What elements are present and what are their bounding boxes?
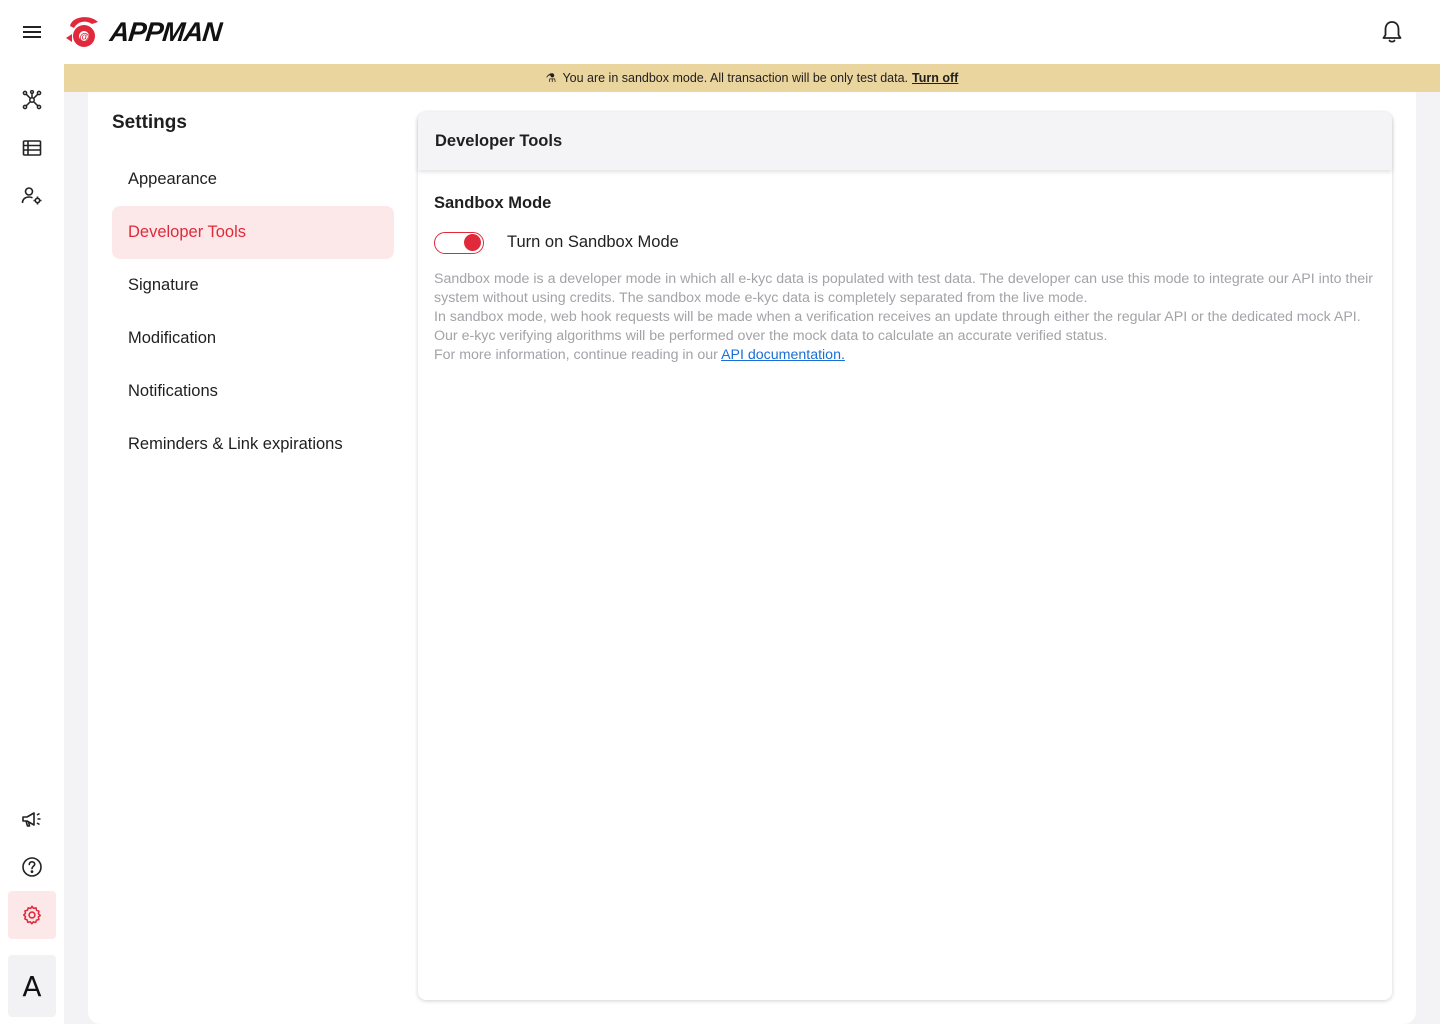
sandbox-section-title: Sandbox Mode	[434, 194, 552, 212]
flask-icon: ⚗	[545, 71, 557, 85]
hamburger-menu-icon[interactable]	[16, 16, 48, 48]
logo-text: APPMAN	[108, 16, 223, 47]
table-icon[interactable]	[8, 124, 56, 172]
help-icon[interactable]	[8, 843, 56, 891]
sandbox-toggle-label: Turn on Sandbox Mode	[507, 233, 679, 251]
svg-text:@: @	[80, 32, 90, 43]
bell-icon[interactable]	[1376, 16, 1408, 48]
settings-nav-modification[interactable]: Modification	[112, 312, 394, 365]
sandbox-banner: ⚗ You are in sandbox mode. All transacti…	[64, 64, 1440, 92]
description-paragraph-1: Sandbox mode is a developer mode in whic…	[434, 271, 1374, 306]
sandbox-description: Sandbox mode is a developer mode in whic…	[434, 270, 1374, 365]
turn-off-link[interactable]: Turn off	[912, 71, 958, 85]
banner-message: You are in sandbox mode. All transaction…	[562, 71, 909, 85]
top-bar: @ APPMAN	[0, 0, 1440, 64]
settings-nav-developer-tools[interactable]: Developer Tools	[112, 206, 394, 259]
settings-nav-reminders[interactable]: Reminders & Link expirations	[112, 418, 394, 471]
settings-nav-notifications[interactable]: Notifications	[112, 365, 394, 418]
settings-nav-appearance[interactable]: Appearance	[112, 153, 394, 206]
description-paragraph-3: For more information, continue reading i…	[434, 346, 1374, 365]
api-documentation-link[interactable]: API documentation.	[721, 347, 845, 363]
more-info-text: For more information, continue reading i…	[434, 347, 718, 363]
card-title: Developer Tools	[418, 112, 1392, 170]
megaphone-icon[interactable]	[8, 795, 56, 843]
logo-mark-icon: @	[66, 17, 98, 47]
toggle-knob	[464, 234, 481, 251]
left-rail: A	[0, 64, 64, 1024]
user-settings-icon[interactable]	[8, 172, 56, 220]
settings-title: Settings	[112, 112, 187, 133]
network-icon[interactable]	[8, 76, 56, 124]
description-paragraph-2: In sandbox mode, web hook requests will …	[434, 309, 1361, 344]
developer-tools-card: Developer Tools Sandbox Mode Turn on San…	[418, 112, 1392, 1000]
appman-logo[interactable]: @ APPMAN	[64, 10, 234, 54]
settings-nav-signature[interactable]: Signature	[112, 259, 394, 312]
avatar[interactable]: A	[8, 955, 56, 1017]
avatar-letter: A	[22, 969, 42, 1003]
gear-icon[interactable]	[8, 891, 56, 939]
sandbox-toggle[interactable]	[434, 232, 484, 254]
